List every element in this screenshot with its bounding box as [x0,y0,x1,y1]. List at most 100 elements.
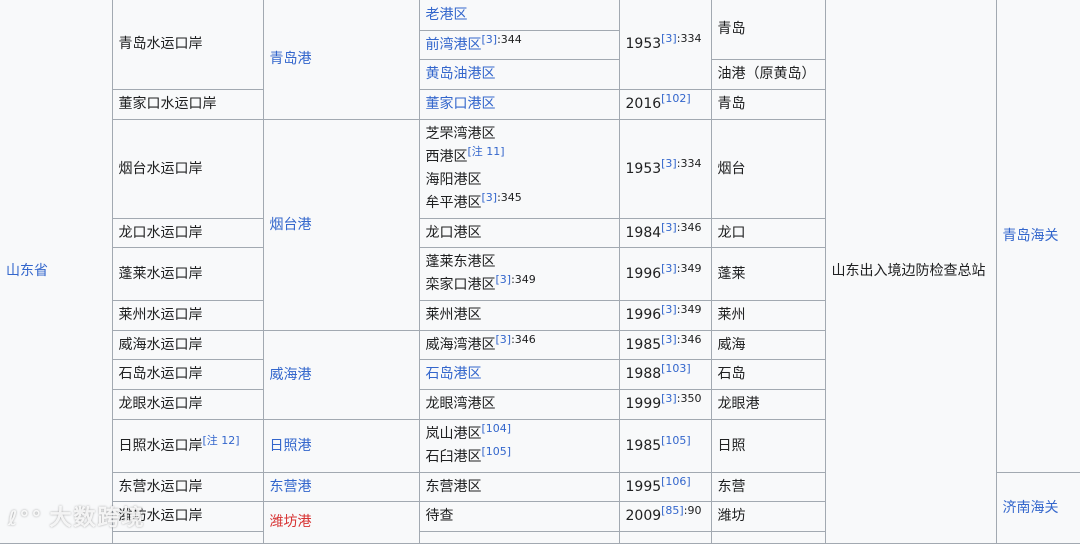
checkpoint-cell: 日照水运口岸[注 12] [111,419,264,473]
area-item: 龙眼湾港区 [426,393,613,416]
reference-link[interactable]: [3] [661,262,677,275]
city-name: 烟台 [717,160,746,177]
city-cell: 青岛 [710,89,826,120]
year-cell: 2016[102] [618,89,712,120]
reference-link[interactable]: [3] [661,392,677,405]
port-link[interactable]: 青岛港 [270,51,312,67]
checkpoint-name: 龙眼水运口岸 [118,396,203,412]
year-cell: 1995[106] [618,472,712,502]
customs-link[interactable]: 济南海关 [1003,500,1059,516]
reference-link[interactable]: [3] [496,333,512,346]
reference-link[interactable]: [3] [661,303,677,316]
area-cell: 龙口港区 [418,218,620,248]
area-name: 西港区 [425,149,468,165]
reference-page: :345 [497,191,522,204]
area-name: 龙眼湾港区 [425,396,496,412]
area-name: 牟平港区 [425,195,482,211]
reference-link[interactable]: [3] [482,33,498,46]
checkpoint-cell: 董家口水运口岸 [111,89,264,120]
reference-link[interactable]: [105] [482,445,512,458]
area-item: 牟平港区[3]:345 [426,192,613,215]
reference-link[interactable]: [注 11] [468,145,505,158]
reference-link[interactable]: [104] [482,422,512,435]
reference-link[interactable]: [103] [661,362,691,375]
city-name: 油港（原黄岛） [717,66,816,82]
area-item: 岚山港区[104] [426,423,613,446]
reference-page: :349 [676,303,702,316]
checkpoint-name: 石岛水运口岸 [118,366,203,382]
year-value: 1995 [625,478,662,495]
reference-link[interactable]: [3] [661,333,677,346]
area-item: 蓬莱东港区 [426,251,613,274]
port-link[interactable]: 日照港 [270,438,312,454]
reference-link[interactable]: [3] [496,273,512,286]
area-item: 海阳港区 [426,169,613,192]
area-cell: 董家口港区 [418,89,620,120]
reference-page: :334 [676,156,702,170]
port-link[interactable]: 烟台港 [270,217,312,233]
checkpoint-name: 威海水运口岸 [118,336,203,353]
area-cell: 蓬莱东港区 栾家口港区[3]:349 [418,247,620,301]
city-name: 龙眼港 [717,396,760,412]
area-link[interactable]: 黄岛油港区 [426,66,496,82]
reference-link[interactable]: [102] [661,92,691,105]
area-cell: 石岛港区 [418,359,620,390]
reference-link[interactable]: [3] [661,32,677,45]
area-cell: 芝罘湾港区 西港区[注 11] 海阳港区 牟平港区[3]:345 [418,119,620,219]
reference-link[interactable]: [3] [482,191,498,204]
area-item: 威海湾港区[3]:346 [426,334,613,357]
year-cell: 1988[103] [618,359,712,390]
reference: [3]:344 [482,33,522,46]
reference-page: :346 [676,332,702,346]
area-link[interactable]: 前湾港区 [426,37,482,53]
year-value: 1984 [625,224,662,241]
city-name: 东营 [717,478,746,495]
area-link[interactable]: 老港区 [426,7,468,23]
area-link[interactable]: 石岛港区 [426,366,482,382]
area-cell: 待查 [418,501,620,532]
port-link[interactable]: 潍坊港 [270,514,312,530]
city-cell: 威海 [710,330,826,360]
port-link[interactable]: 威海港 [270,367,312,383]
province-cell: 山东省 [0,0,113,544]
port-cell: 东营港 [262,472,420,502]
city-cell: 青岛 [710,0,826,60]
reference: [104] [482,422,512,435]
year-value: 1999 [625,396,662,412]
reference-link[interactable]: [3] [661,221,677,234]
reference-link[interactable]: [注 12] [203,434,240,447]
area-cell: 威海湾港区[3]:346 [418,330,620,360]
area-cell: 老港区 [418,0,620,31]
reference-link[interactable]: [106] [661,475,691,488]
area-name: 岚山港区 [425,426,482,442]
province-link[interactable]: 山东省 [6,263,48,279]
area-item: 龙口港区 [426,222,613,245]
reference: [103] [661,362,691,375]
city-cell: 石岛 [710,359,826,390]
area-item: 前湾港区[3]:344 [426,34,613,57]
area-name: 石臼港区 [425,449,482,465]
area-item: 董家口港区 [426,93,613,116]
reference-link[interactable]: [3] [661,157,677,170]
reference: [注 11] [468,145,505,158]
city-cell: 莱州 [710,300,826,331]
reference: [3]:345 [482,191,522,204]
customs-cell: 济南海关 [995,472,1080,544]
checkpoint-cell: 东营水运口岸 [111,472,264,502]
area-cell: 前湾港区[3]:344 [418,30,620,60]
checkpoint-name: 烟台水运口岸 [118,160,203,177]
area-name: 栾家口港区 [425,277,496,293]
port-link[interactable]: 东营港 [270,479,312,495]
checkpoint-name: 蓬莱水运口岸 [118,265,203,282]
area-cell: 黄岛油港区 [418,59,620,90]
area-link[interactable]: 董家口港区 [426,96,496,112]
city-cell: 烟台 [710,119,826,219]
year-value: 1953 [625,160,662,177]
checkpoint-cell: 潍坊水运口岸 [111,501,264,532]
reference-page: :346 [676,220,702,234]
area-cell: 岚山港区[104] 石臼港区[105] [418,419,620,473]
customs-link[interactable]: 青岛海关 [1003,228,1059,244]
reference-link[interactable]: [85] [661,504,684,517]
year-cell: 1996[3]:349 [618,247,712,301]
reference-link[interactable]: [105] [661,434,691,447]
